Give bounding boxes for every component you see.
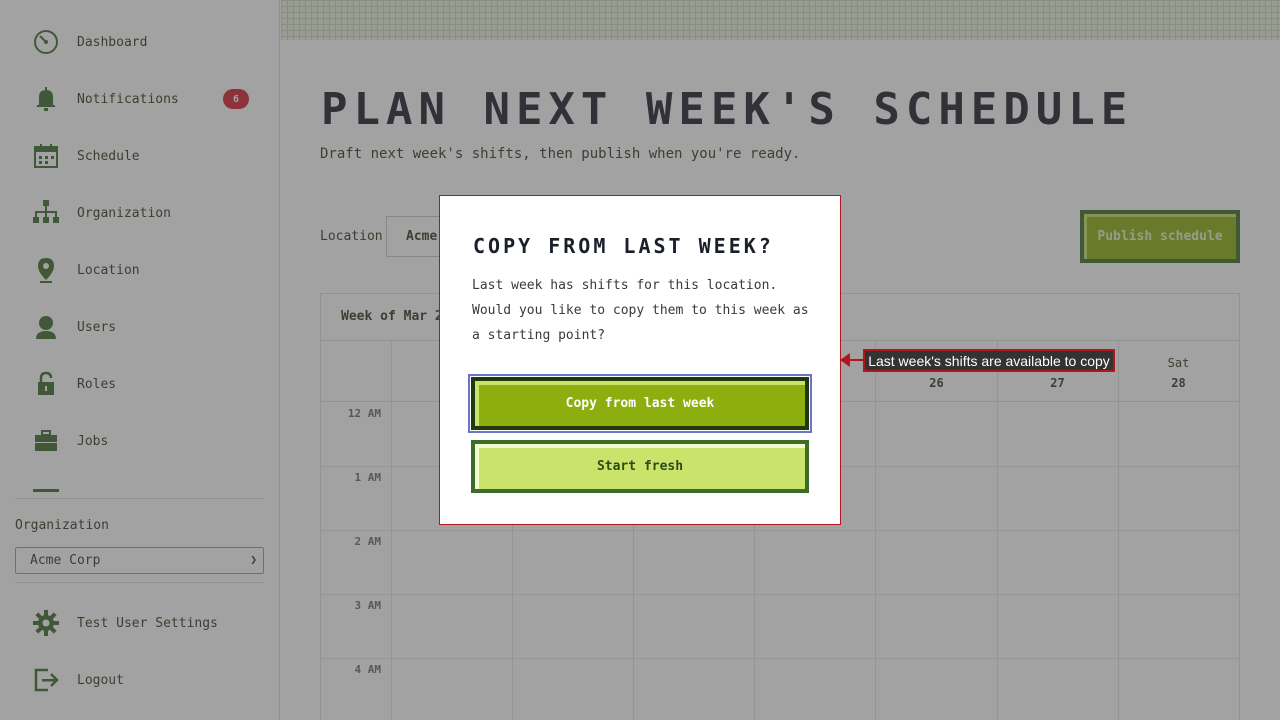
dialog-title: Copy from last week? xyxy=(473,234,774,258)
annotation-tooltip: Last week's shifts are available to copy xyxy=(863,349,1115,372)
tooltip-connector xyxy=(848,359,864,361)
copy-from-last-week-button[interactable]: Copy from last week xyxy=(471,377,809,430)
dialog-body: Last week has shifts for this location. … xyxy=(472,278,809,343)
start-fresh-button[interactable]: Start fresh xyxy=(471,440,809,493)
